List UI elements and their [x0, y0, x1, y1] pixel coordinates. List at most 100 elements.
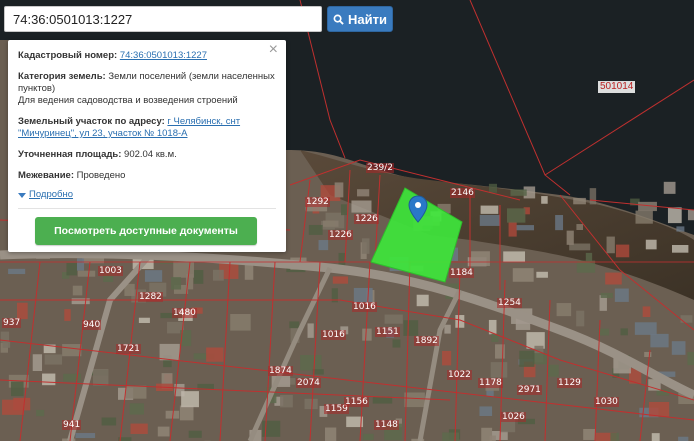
- survey-row: Межевание: Проведено: [18, 170, 276, 182]
- view-documents-button[interactable]: Посмотреть доступные документы: [35, 217, 257, 245]
- roof: [179, 405, 194, 421]
- roof: [510, 189, 527, 196]
- roof: [490, 362, 508, 378]
- search-button-label: Найти: [348, 11, 387, 27]
- roof: [36, 409, 45, 417]
- category-label: Категория земель:: [18, 71, 106, 82]
- parcel-label: 2146: [450, 188, 475, 198]
- parcel-label: 940: [82, 320, 102, 330]
- roof: [71, 298, 90, 305]
- roof: [536, 271, 548, 278]
- parcel-label: 1254: [497, 298, 522, 308]
- roof: [687, 209, 694, 221]
- roof: [444, 324, 451, 334]
- roof: [471, 251, 490, 266]
- roof: [576, 310, 585, 327]
- roof: [479, 406, 493, 417]
- parcel-label: 1022: [447, 370, 472, 380]
- roof: [173, 261, 195, 278]
- roof: [644, 351, 652, 358]
- more-toggle[interactable]: Подробно: [18, 189, 276, 201]
- cadastral-row: Кадастровый номер: 74:36:0501013:1227: [18, 50, 276, 62]
- roof: [77, 270, 96, 277]
- roof: [62, 344, 82, 357]
- area-value: 902.04 кв.м.: [124, 149, 177, 160]
- roof: [340, 204, 347, 216]
- roof: [678, 436, 689, 441]
- roof: [138, 317, 150, 323]
- roof: [181, 391, 199, 408]
- block-label: 501014: [598, 81, 636, 93]
- survey-value: Проведено: [76, 170, 126, 181]
- parcel-label: 1874: [268, 366, 293, 376]
- roof: [300, 355, 322, 371]
- parcel-label: 1178: [478, 378, 503, 388]
- roof: [489, 435, 496, 441]
- roof: [206, 347, 224, 362]
- roof: [508, 221, 517, 237]
- roof: [404, 392, 425, 408]
- parcel-label: 1721: [116, 344, 141, 354]
- roof: [230, 314, 251, 331]
- roof: [318, 240, 329, 251]
- roof: [610, 432, 619, 441]
- roof: [323, 220, 339, 227]
- roof: [532, 353, 547, 365]
- roof: [651, 433, 660, 441]
- roof: [605, 272, 622, 285]
- roof: [606, 236, 615, 254]
- parcel-label: 2074: [296, 378, 321, 388]
- roof: [403, 320, 419, 336]
- roof: [44, 354, 63, 365]
- roof: [416, 294, 429, 307]
- roof: [507, 208, 526, 223]
- roof: [392, 339, 401, 348]
- close-icon[interactable]: ×: [269, 42, 278, 58]
- roof: [614, 288, 629, 302]
- search-button[interactable]: Найти: [327, 6, 393, 32]
- chevron-down-icon: [18, 192, 26, 198]
- roof: [144, 270, 163, 282]
- parcel-label: 1026: [501, 412, 526, 422]
- roof: [244, 263, 254, 280]
- roof: [308, 224, 323, 235]
- parcel-label: 1892: [414, 336, 439, 346]
- more-link[interactable]: Подробно: [29, 189, 73, 201]
- parcel-label: 1184: [449, 268, 474, 278]
- roof: [671, 341, 686, 355]
- roof: [353, 287, 373, 303]
- roof: [519, 350, 535, 367]
- roof: [648, 401, 670, 417]
- roof: [600, 292, 613, 298]
- roof: [13, 397, 31, 411]
- roof: [634, 322, 657, 335]
- roof: [576, 224, 584, 231]
- roof: [17, 302, 28, 320]
- roof: [93, 368, 109, 386]
- roof: [170, 277, 182, 290]
- parcel-label: 1292: [305, 197, 330, 207]
- parcel-label: 1226: [328, 230, 353, 240]
- parcel-label: 1148: [374, 420, 399, 430]
- roof: [2, 341, 11, 348]
- roof: [680, 315, 693, 323]
- roof: [384, 314, 403, 324]
- roof: [193, 270, 204, 284]
- divider: [18, 208, 276, 209]
- roof: [442, 432, 460, 441]
- roof: [332, 276, 349, 284]
- search-input[interactable]: [4, 6, 322, 32]
- roof: [362, 328, 372, 341]
- roof: [488, 183, 498, 193]
- roof: [101, 417, 117, 426]
- roof: [11, 381, 24, 397]
- cadastral-label: Кадастровый номер:: [18, 50, 118, 61]
- roof: [516, 225, 535, 231]
- parcel-label: 941: [62, 420, 82, 430]
- roof: [8, 268, 26, 275]
- roof: [32, 354, 43, 372]
- roof: [503, 251, 526, 263]
- roof: [667, 207, 682, 224]
- parcel-label: 1156: [344, 397, 369, 407]
- cadastral-link[interactable]: 74:36:0501013:1227: [120, 50, 207, 61]
